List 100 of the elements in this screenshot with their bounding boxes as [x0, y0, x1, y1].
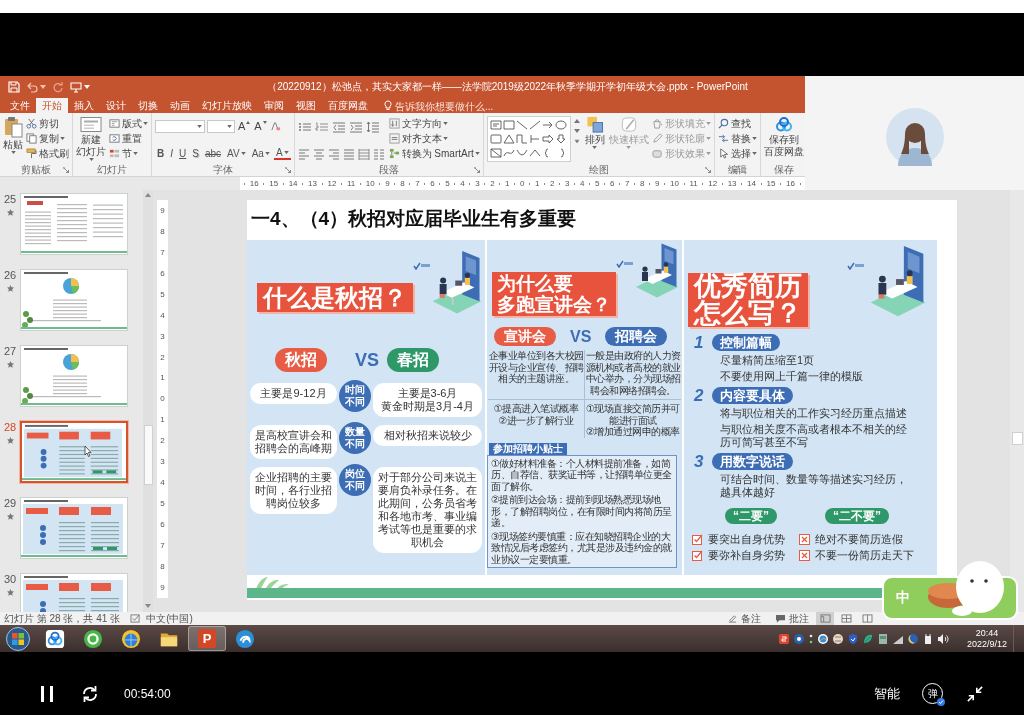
section-button[interactable]: 节: [109, 146, 148, 161]
new-slide-button[interactable]: 新建 幻灯片: [76, 115, 106, 162]
view-button[interactable]: [816, 612, 834, 625]
tile-icon[interactable]: [877, 632, 889, 645]
caret-icon[interactable]: [84, 84, 90, 89]
redo-icon[interactable]: [52, 80, 64, 93]
round-app-icon[interactable]: [793, 632, 805, 645]
ribbon-tab[interactable]: 视图: [290, 98, 322, 113]
taskbar-button[interactable]: P: [188, 626, 226, 651]
dialog-launcher-icon[interactable]: [284, 167, 291, 173]
shape-option[interactable]: [541, 120, 554, 130]
save-to-cloud-button[interactable]: 保存到 百度网盘: [763, 115, 804, 162]
layout-button[interactable]: 版式: [109, 116, 148, 131]
slide-thumbnail[interactable]: [20, 421, 128, 483]
ball-icon[interactable]: [832, 632, 844, 645]
shape-option[interactable]: [528, 120, 541, 130]
shadow-button[interactable]: S: [190, 146, 201, 161]
dialog-launcher-icon[interactable]: [63, 167, 69, 173]
notes-button[interactable]: 备注: [717, 612, 761, 625]
leaf-icon[interactable]: [862, 632, 874, 645]
ribbon-tab[interactable]: 开始: [36, 98, 68, 113]
font-color-button[interactable]: A: [273, 147, 291, 160]
pause-button[interactable]: [39, 684, 55, 703]
moon-icon[interactable]: [907, 632, 919, 645]
underline-button[interactable]: U: [177, 146, 189, 161]
bullets-icon[interactable]: [297, 120, 312, 133]
browser-icon[interactable]: [817, 632, 829, 645]
scrollbar-thumb[interactable]: [143, 425, 153, 485]
line-spacing-icon[interactable]: [365, 120, 380, 133]
distribute-icon[interactable]: [357, 147, 370, 160]
ribbon-tab[interactable]: 文件: [4, 98, 36, 113]
bold-button[interactable]: B: [155, 146, 167, 161]
reset-button[interactable]: 重置: [109, 131, 148, 146]
undo-icon[interactable]: [26, 80, 38, 93]
change-case-button[interactable]: Aa: [249, 146, 272, 161]
caret-icon[interactable]: [40, 84, 46, 89]
shape-option[interactable]: [515, 120, 528, 130]
shield-icon[interactable]: [847, 632, 859, 645]
language-text[interactable]: 中文(中国): [146, 612, 193, 625]
save-icon[interactable]: [8, 80, 20, 93]
shape-option[interactable]: [515, 148, 528, 158]
ribbon-tab[interactable]: 切换: [132, 98, 164, 113]
shape-option[interactable]: [489, 120, 502, 130]
convert-to-smartart-button[interactable]: 转换为 SmartArt: [388, 146, 480, 161]
strikethrough-button[interactable]: abc: [202, 146, 224, 161]
shape-option[interactable]: [554, 134, 567, 144]
expand-icon[interactable]: [573, 139, 580, 143]
ribbon-tab[interactable]: 设计: [100, 98, 132, 113]
comments-button[interactable]: 批注: [765, 612, 809, 625]
shape-option[interactable]: [528, 148, 541, 158]
grow-font-button[interactable]: A: [237, 119, 252, 134]
shape-option[interactable]: [489, 148, 502, 158]
scroll-down-icon[interactable]: [573, 129, 580, 133]
dialog-launcher-icon[interactable]: [473, 167, 480, 173]
ribbon-tab[interactable]: 动画: [164, 98, 196, 113]
presentation-icon[interactable]: [70, 80, 82, 93]
shape-option[interactable]: [541, 134, 554, 144]
caret-icon[interactable]: [227, 125, 232, 128]
spell-check-icon[interactable]: [130, 614, 142, 623]
character-spacing-button[interactable]: AV: [225, 146, 248, 161]
font-size-field[interactable]: [207, 120, 235, 133]
scrollbar-thumb[interactable]: [1011, 432, 1023, 445]
scroll-up-icon[interactable]: [573, 119, 580, 123]
shape-option[interactable]: [515, 134, 528, 144]
copy-button[interactable]: 复制: [26, 131, 69, 146]
ribbon-tab[interactable]: 幻灯片放映: [196, 98, 258, 113]
scroll-down-icon[interactable]: [145, 604, 151, 608]
caret-icon[interactable]: [197, 125, 202, 128]
loop-button[interactable]: [80, 683, 100, 704]
scroll-up-icon[interactable]: [145, 193, 151, 197]
shape-option[interactable]: [502, 148, 515, 158]
shape-option[interactable]: [502, 134, 515, 144]
arrange-button[interactable]: 排列: [583, 115, 606, 162]
ribbon-tab[interactable]: 插入: [68, 98, 100, 113]
select-button[interactable]: 选择: [717, 146, 757, 161]
ribbon-tab[interactable]: 百度网盘: [322, 98, 374, 113]
paste-button[interactable]: 粘贴: [3, 115, 23, 162]
dialog-launcher-icon[interactable]: [704, 167, 711, 173]
font-name-field[interactable]: [155, 120, 205, 133]
find-button[interactable]: 查找: [717, 116, 757, 131]
numbering-icon[interactable]: [314, 120, 329, 133]
speaker-icon[interactable]: [937, 632, 949, 645]
power-plug-icon[interactable]: [922, 632, 934, 645]
replace-button[interactable]: 替换: [717, 131, 757, 146]
quality-button[interactable]: 智能: [874, 684, 900, 703]
overflow-dots-icon[interactable]: [808, 632, 814, 645]
shape-option[interactable]: [554, 120, 567, 130]
tell-me-field[interactable]: 告诉我你想要做什么...: [395, 99, 513, 113]
clear-formatting-icon[interactable]: [269, 121, 281, 132]
exit-fullscreen-button[interactable]: [966, 684, 984, 703]
cut-button[interactable]: 剪切: [26, 116, 69, 131]
ribbon-tab[interactable]: 审阅: [258, 98, 290, 113]
shrink-font-button[interactable]: A: [253, 119, 268, 134]
text-direction-button[interactable]: 文字方向: [388, 116, 480, 131]
italic-button[interactable]: I: [168, 146, 175, 161]
shape-option[interactable]: [502, 120, 515, 130]
shape-option[interactable]: [489, 134, 502, 144]
format-painter-button[interactable]: 格式刷: [26, 146, 69, 161]
square-app-icon[interactable]: [778, 632, 790, 645]
align-text-button[interactable]: 对齐文本: [388, 131, 480, 146]
